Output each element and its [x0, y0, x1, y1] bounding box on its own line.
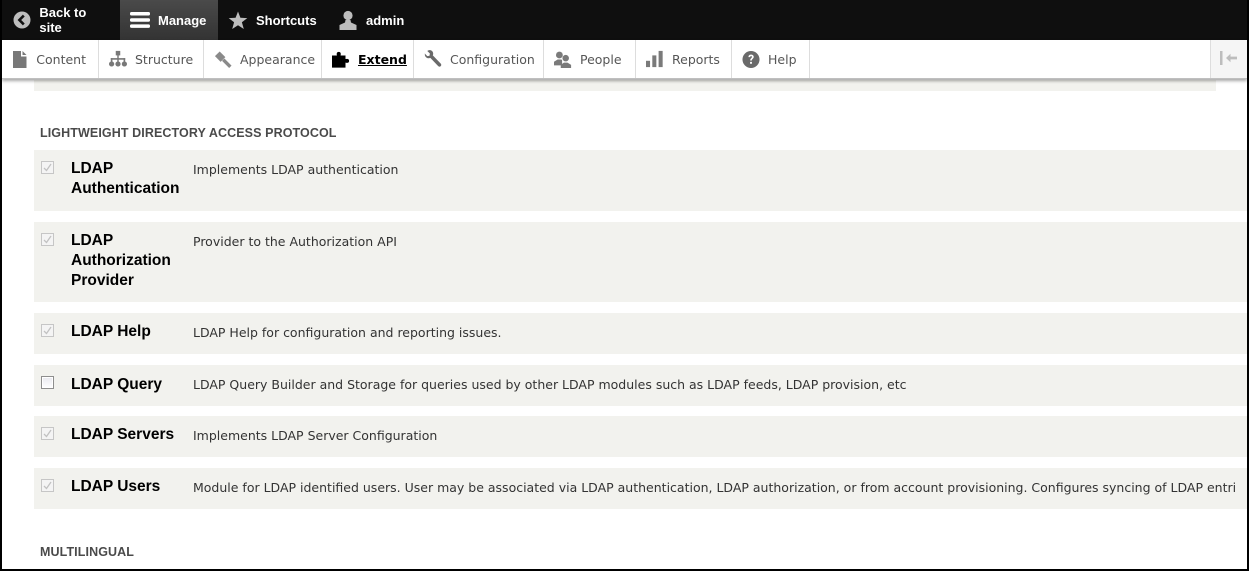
previous-module-row	[34, 80, 1216, 91]
people-icon	[554, 50, 572, 68]
manage-label: Manage	[158, 12, 207, 28]
manage-tab[interactable]: Manage	[120, 0, 218, 40]
module-checkbox[interactable]	[41, 324, 54, 337]
tray-item-content[interactable]: Content	[2, 40, 99, 78]
back-to-site-link[interactable]: Back to site	[2, 0, 120, 40]
module-description: LDAP Help for configuration and reportin…	[193, 325, 502, 340]
module-checkbox[interactable]	[41, 479, 54, 492]
user-icon	[338, 10, 358, 30]
browser-viewport: Back to site Manage Shortcuts admin Cont…	[2, 0, 1247, 569]
tray-item-label: Help	[768, 51, 797, 67]
chevron-left-circle-icon	[12, 10, 31, 30]
module-checkbox[interactable]	[41, 233, 54, 246]
back-to-site-label: Back to site	[39, 5, 87, 35]
module-name: LDAP Authorization Provider	[71, 232, 171, 289]
admin-toolbar: Back to site Manage Shortcuts admin	[2, 0, 1247, 40]
tray-item-help[interactable]: Help	[732, 40, 810, 78]
shortcuts-label: Shortcuts	[256, 12, 317, 28]
tray-item-extend[interactable]: Extend	[322, 40, 414, 78]
puzzle-icon	[332, 50, 350, 68]
module-checkbox[interactable]	[41, 376, 54, 389]
collapse-tray-button[interactable]	[1210, 40, 1247, 78]
module-description: Implements LDAP authentication	[193, 162, 399, 177]
module-description: Module for LDAP identified users. User m…	[193, 480, 1237, 495]
file-icon	[12, 50, 28, 68]
star-icon	[228, 10, 248, 30]
module-name: LDAP Authentication	[71, 160, 180, 197]
module-row-ldap-users: LDAP Users Module for LDAP identified us…	[34, 468, 1247, 509]
tray-item-label: Extend	[358, 51, 407, 67]
collapse-tray-icon	[1219, 50, 1239, 69]
module-row-ldap-authentication: LDAP Authentication Implements LDAP auth…	[34, 150, 1247, 211]
paintbrush-icon	[214, 50, 232, 68]
shortcuts-tab[interactable]: Shortcuts	[218, 0, 328, 40]
tray-item-configuration[interactable]: Configuration	[414, 40, 544, 78]
user-name: admin	[366, 12, 405, 28]
section-title-ldap: LIGHTWEIGHT DIRECTORY ACCESS PROTOCOL	[40, 126, 337, 140]
tray-item-people[interactable]: People	[544, 40, 636, 78]
module-checkbox[interactable]	[41, 427, 54, 440]
module-row-ldap-servers: LDAP Servers Implements LDAP Server Conf…	[34, 416, 1247, 457]
admin-tray: Content Structure Appearance Extend Conf…	[2, 40, 1247, 79]
sitemap-icon	[109, 50, 127, 68]
tray-item-label: Structure	[135, 51, 194, 67]
tray-item-reports[interactable]: Reports	[636, 40, 732, 78]
section-title-multilingual: MULTILINGUAL	[40, 545, 135, 559]
module-description: LDAP Query Builder and Storage for queri…	[193, 377, 907, 392]
tray-item-label: Configuration	[450, 51, 535, 67]
module-row-ldap-query: LDAP Query LDAP Query Builder and Storag…	[34, 365, 1247, 406]
tray-item-label: Content	[36, 51, 86, 67]
tray-item-structure[interactable]: Structure	[99, 40, 204, 78]
module-description: Provider to the Authorization API	[193, 234, 397, 249]
module-row-ldap-help: LDAP Help LDAP Help for configuration an…	[34, 313, 1247, 354]
user-tab[interactable]: admin	[328, 0, 414, 40]
help-icon	[742, 50, 760, 68]
module-row-ldap-authorization-provider: LDAP Authorization Provider Provider to …	[34, 222, 1247, 302]
module-checkbox[interactable]	[41, 161, 54, 174]
hamburger-menu-icon	[130, 10, 150, 30]
module-description: Implements LDAP Server Configuration	[193, 428, 438, 443]
tray-item-label: Appearance	[240, 51, 316, 67]
tray-item-label: People	[580, 51, 622, 67]
tray-item-appearance[interactable]: Appearance	[204, 40, 322, 78]
bar-chart-icon	[646, 50, 664, 68]
wrench-icon	[424, 49, 442, 68]
tray-item-label: Reports	[672, 51, 720, 67]
